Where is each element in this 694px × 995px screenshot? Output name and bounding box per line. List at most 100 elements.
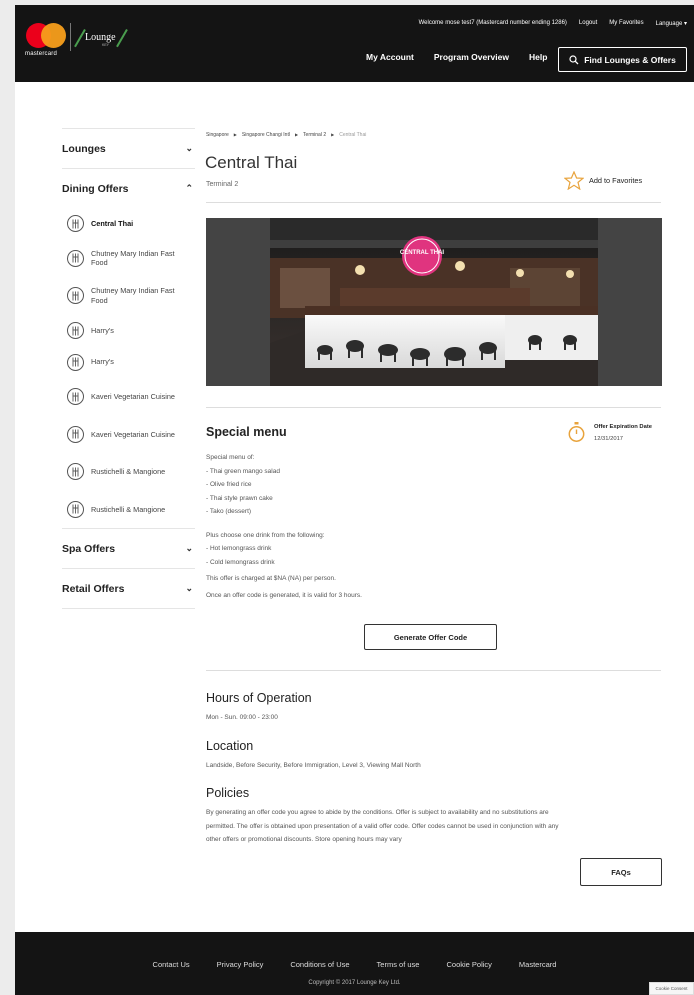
dining-offers-list: Central Thai Chutney Mary Indian Fast Foo… <box>62 208 195 528</box>
logo-divider <box>70 23 71 51</box>
breadcrumb: Singapore ▶ Singapore Changi Intl ▶ Term… <box>206 132 366 138</box>
breadcrumb-arrow-icon: ▶ <box>233 132 237 137</box>
drink-intro: Plus choose one drink from the following… <box>206 531 325 539</box>
page: mastercard Lounge KEY Welcome mose test7… <box>15 5 694 995</box>
sidebar-section-dining-offers[interactable]: Dining Offers ⌃ <box>62 169 195 208</box>
search-icon <box>569 54 579 64</box>
restaurant-icon <box>67 322 84 340</box>
my-favorites-link[interactable]: My Favorites <box>609 20 643 27</box>
breadcrumb-arrow-icon: ▶ <box>331 132 335 137</box>
sidebar-dining-item[interactable]: Central Thai <box>62 208 195 240</box>
breadcrumb-item[interactable]: Singapore <box>206 132 229 138</box>
sidebar-dining-item[interactable]: Harry's <box>62 346 195 378</box>
footer-link-contact-us[interactable]: Contact Us <box>153 960 190 969</box>
breadcrumb-item[interactable]: Terminal 2 <box>303 132 326 138</box>
special-menu-body: Special menu of: - Thai green mango sala… <box>206 451 362 602</box>
footer-link-conditions-of-use[interactable]: Conditions of Use <box>290 960 349 969</box>
sidebar-dining-item[interactable]: Rustichelli & Mangione <box>62 491 195 529</box>
logout-link[interactable]: Logout <box>579 20 597 27</box>
restaurant-icon <box>67 425 84 443</box>
divider <box>206 670 661 671</box>
footer-links: Contact Us Privacy Policy Conditions of … <box>15 960 694 969</box>
breadcrumb-item[interactable]: Singapore Changi Intl <box>242 132 290 138</box>
footer-link-terms-of-use[interactable]: Terms of use <box>377 960 420 969</box>
sidebar-section-label: Lounges <box>62 142 106 155</box>
restaurant-icon <box>67 353 84 371</box>
hero-image: CENTRAL THAI <box>206 218 662 386</box>
offer-expiration: Offer Expiration Date 12/31/2017 <box>568 421 652 445</box>
language-menu[interactable]: Language ▾ <box>656 20 687 27</box>
restaurant-icon <box>67 463 84 481</box>
generate-offer-code-button[interactable]: Generate Offer Code <box>364 624 497 650</box>
restaurant-icon <box>67 388 84 406</box>
footer-link-mastercard[interactable]: Mastercard <box>519 960 557 969</box>
menu-item: - Tako (dessert) <box>206 508 252 515</box>
page-subtitle: Terminal 2 <box>206 181 239 188</box>
mastercard-logo[interactable]: mastercard <box>25 23 69 63</box>
sidebar-dining-item-label: Chutney Mary Indian Fast Food <box>91 286 175 305</box>
sidebar-section-spa-offers[interactable]: Spa Offers ⌄ <box>62 529 195 568</box>
sidebar-section-label: Dining Offers <box>62 182 129 195</box>
footer-link-privacy-policy[interactable]: Privacy Policy <box>217 960 264 969</box>
policies-text: By generating an offer code you agree to… <box>206 806 666 847</box>
policies-line: other offers or promotional discounts. S… <box>206 836 402 843</box>
divider <box>206 407 661 408</box>
sidebar-dining-item-label: Rustichelli & Mangione <box>91 504 166 514</box>
sidebar-dining-item[interactable]: Chutney Mary Indian Fast Food <box>62 277 195 315</box>
lounge-key-wordmark: Lounge <box>85 32 116 43</box>
add-to-favorites-button[interactable]: Add to Favorites <box>564 171 642 190</box>
stopwatch-icon <box>568 422 585 442</box>
sidebar-dining-item-label: Chutney Mary Indian Fast Food <box>91 248 175 268</box>
drink-item: - Cold lemongrass drink <box>206 558 275 566</box>
policies-title: Policies <box>206 786 250 800</box>
restaurant-icon <box>67 249 84 267</box>
breadcrumb-current: Central Thai <box>339 132 367 138</box>
menu-intro: Special menu of: <box>206 454 255 461</box>
lounge-key-sub: KEY <box>102 43 110 47</box>
offer-validity: Once an offer code is generated, it is v… <box>206 591 362 599</box>
nav-my-account[interactable]: My Account <box>366 52 414 62</box>
sidebar-section-lounges[interactable]: Lounges ⌄ <box>62 129 195 168</box>
special-menu-title: Special menu <box>206 425 287 439</box>
sidebar-divider <box>62 608 195 610</box>
mastercard-yellow-circle <box>41 23 66 48</box>
logo-slash-right <box>116 28 128 48</box>
expiration-text: Offer Expiration Date 12/31/2017 <box>594 421 652 445</box>
logo-slash-left <box>74 28 86 48</box>
sidebar-dining-item[interactable]: Harry's <box>62 315 195 347</box>
policies-line: By generating an offer code you agree to… <box>206 809 549 816</box>
hours-title: Hours of Operation <box>206 691 312 705</box>
page-title: Central Thai <box>205 153 298 172</box>
sidebar-dining-item-label: Harry's <box>91 325 114 335</box>
faqs-button[interactable]: FAQs <box>580 858 662 886</box>
menu-item: - Thai style prawn cake <box>206 494 273 502</box>
sidebar-dining-item-label: Kaveri Vegetarian Cuisine <box>91 429 175 439</box>
hours-text: Mon - Sun. 09:00 - 23:00 <box>206 714 278 721</box>
cookie-consent-button[interactable]: Cookie Consent <box>649 982 694 995</box>
restaurant-sign-text: CENTRAL THAI <box>400 250 445 256</box>
sidebar-section-retail-offers[interactable]: Retail Offers ⌄ <box>62 569 195 608</box>
sidebar-dining-item-label: Kaveri Vegetarian Cuisine <box>91 392 175 402</box>
sidebar-dining-item[interactable]: Kaveri Vegetarian Cuisine <box>62 378 195 416</box>
policies-line: permitted. The offer is obtained upon pr… <box>206 822 559 830</box>
divider <box>206 202 661 203</box>
menu-item: - Olive fried rice <box>206 481 252 488</box>
nav-program-overview[interactable]: Program Overview <box>434 52 509 62</box>
sidebar-dining-item[interactable]: Rustichelli & Mangione <box>62 453 195 491</box>
add-to-favorites-label: Add to Favorites <box>589 176 643 185</box>
chevron-down-icon: ⌄ <box>185 143 193 153</box>
chevron-down-icon: ⌄ <box>185 583 193 594</box>
drink-item: - Hot lemongrass drink <box>206 545 272 552</box>
sidebar-dining-item[interactable]: Kaveri Vegetarian Cuisine <box>62 416 195 454</box>
nav-help[interactable]: Help <box>529 52 547 62</box>
sidebar: Lounges ⌄ Dining Offers ⌃ Central Thai Ch… <box>62 128 195 610</box>
breadcrumb-arrow-icon: ▶ <box>294 132 299 137</box>
footer-link-cookie-policy[interactable]: Cookie Policy <box>446 960 491 969</box>
sidebar-dining-item[interactable]: Chutney Mary Indian Fast Food <box>62 240 195 278</box>
lounge-key-logo[interactable]: Lounge KEY <box>74 27 128 49</box>
menu-item: - Thai green mango salad <box>206 467 280 475</box>
find-lounges-button[interactable]: Find Lounges & Offers <box>558 47 687 72</box>
utility-bar: Welcome mose test7 (Mastercard number en… <box>419 20 687 27</box>
chevron-up-icon: ⌃ <box>185 183 193 193</box>
sidebar-dining-item-label: Central Thai <box>91 219 134 229</box>
